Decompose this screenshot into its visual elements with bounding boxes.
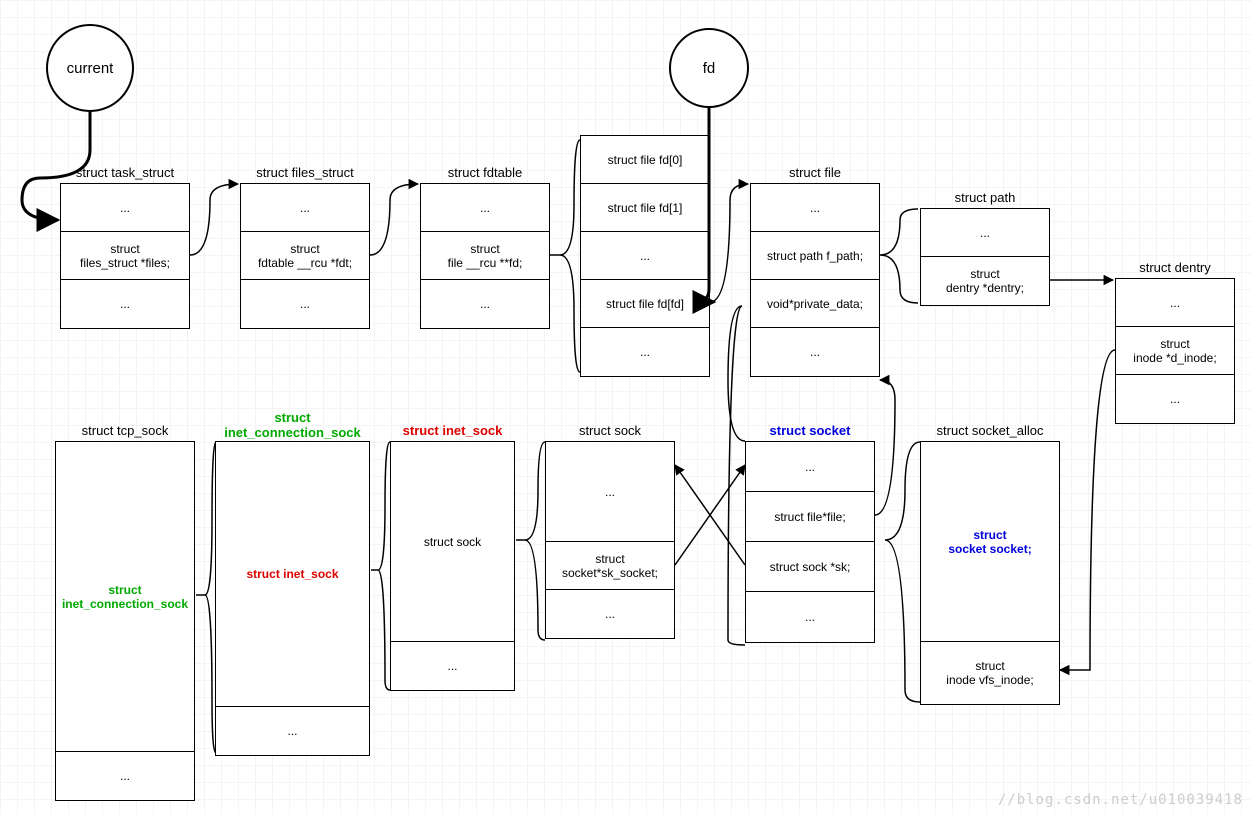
sa-r1: struct inode vfs_inode;	[921, 642, 1059, 704]
ic-r1: ...	[216, 707, 369, 755]
fa-r1: struct file fd[1]	[581, 184, 709, 232]
tcp-r1: ...	[56, 752, 194, 800]
task-struct-box: ... struct files_struct *files; ...	[60, 183, 190, 329]
files-struct-title: struct files_struct	[240, 165, 370, 180]
files-r1: struct fdtable __rcu *fdt;	[241, 232, 369, 280]
dentry-r1: struct inode *d_inode;	[1116, 327, 1234, 375]
dentry-r2: ...	[1116, 375, 1234, 423]
dentry-title: struct dentry	[1115, 260, 1235, 275]
sock-r0: ...	[546, 442, 674, 542]
fa-r0: struct file fd[0]	[581, 136, 709, 184]
sock-box: ... struct socket*sk_socket; ...	[545, 441, 675, 639]
fd-circle: fd	[669, 28, 749, 108]
fa-r3: struct file fd[fd]	[581, 280, 709, 328]
inet-r1: ...	[391, 642, 514, 690]
ic-r0: struct inet_sock	[216, 442, 369, 707]
sock-r2: ...	[546, 590, 674, 638]
file-title: struct file	[750, 165, 880, 180]
task-r0: ...	[61, 184, 189, 232]
socket-r3: ...	[746, 592, 874, 642]
fdt-r1: struct file __rcu **fd;	[421, 232, 549, 280]
files-struct-box: ... struct fdtable __rcu *fdt; ...	[240, 183, 370, 329]
tcp-sock-box: struct inet_connection_sock ...	[55, 441, 195, 801]
file-r0: ...	[751, 184, 879, 232]
tcp-r0: struct inet_connection_sock	[56, 442, 194, 752]
fa-r2: ...	[581, 232, 709, 280]
socket-r1: struct file*file;	[746, 492, 874, 542]
socket-alloc-box: struct socket socket; struct inode vfs_i…	[920, 441, 1060, 705]
inet-r0: struct sock	[391, 442, 514, 642]
file-r3: ...	[751, 328, 879, 376]
path-r0: ...	[921, 209, 1049, 257]
task-r2: ...	[61, 280, 189, 328]
sa-r0: struct socket socket;	[921, 442, 1059, 642]
icsock-box: struct inet_sock ...	[215, 441, 370, 756]
path-r1: struct dentry *dentry;	[921, 257, 1049, 305]
fd-label: fd	[703, 60, 716, 77]
socket-r0: ...	[746, 442, 874, 492]
fa-r4: ...	[581, 328, 709, 376]
inet-sock-box: struct sock ...	[390, 441, 515, 691]
file-array-box: struct file fd[0] struct file fd[1] ... …	[580, 135, 710, 377]
tcp-sock-title: struct tcp_sock	[55, 423, 195, 438]
current-circle: current	[46, 24, 134, 112]
file-r1: struct path f_path;	[751, 232, 879, 280]
fdtable-title: struct fdtable	[420, 165, 550, 180]
icsock-title: struct inet_connection_sock	[215, 410, 370, 440]
task-struct-title: struct task_struct	[60, 165, 190, 180]
socket-title: struct socket	[745, 423, 875, 438]
watermark: //blog.csdn.net/u010039418	[998, 792, 1243, 808]
task-r1: struct files_struct *files;	[61, 232, 189, 280]
file-r2: void*private_data;	[751, 280, 879, 328]
dentry-box: ... struct inode *d_inode; ...	[1115, 278, 1235, 424]
dentry-r0: ...	[1116, 279, 1234, 327]
socket-r2: struct sock *sk;	[746, 542, 874, 592]
sock-title: struct sock	[545, 423, 675, 438]
path-box: ... struct dentry *dentry;	[920, 208, 1050, 306]
socket-box: ... struct file*file; struct sock *sk; .…	[745, 441, 875, 643]
fdtable-box: ... struct file __rcu **fd; ...	[420, 183, 550, 329]
current-label: current	[67, 60, 114, 77]
inet-sock-title: struct inet_sock	[390, 423, 515, 438]
files-r2: ...	[241, 280, 369, 328]
file-box: ... struct path f_path; void*private_dat…	[750, 183, 880, 377]
fdt-r0: ...	[421, 184, 549, 232]
sock-r1: struct socket*sk_socket;	[546, 542, 674, 590]
socket-alloc-title: struct socket_alloc	[920, 423, 1060, 438]
path-title: struct path	[920, 190, 1050, 205]
fdt-r2: ...	[421, 280, 549, 328]
files-r0: ...	[241, 184, 369, 232]
